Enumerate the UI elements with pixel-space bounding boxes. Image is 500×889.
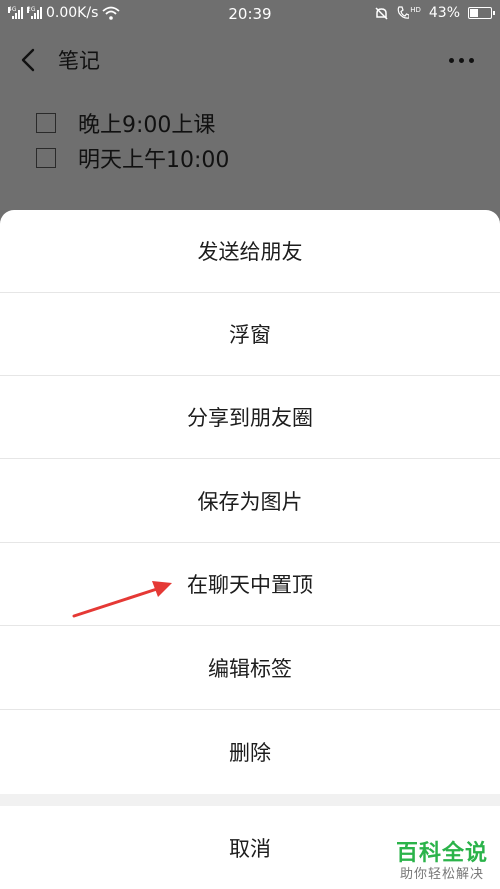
todo-text: 晚上9:00上课 <box>78 113 216 138</box>
watermark-title: 百科全说 <box>395 841 488 866</box>
mute-bell-icon <box>375 6 388 20</box>
more-options-icon[interactable] <box>449 58 474 63</box>
menu-item-share-moments[interactable]: 分享到朋友圈 <box>0 376 500 459</box>
hd-call-icon: HD <box>397 6 421 20</box>
hd-label: HD <box>410 6 421 14</box>
menu-item-delete[interactable]: 删除 <box>0 710 500 793</box>
page-title: 笔记 <box>58 49 100 73</box>
back-arrow-icon[interactable] <box>18 48 40 72</box>
watermark-logo: 百科全说 助你轻松解决 <box>396 841 488 883</box>
status-right: HD 43% <box>374 5 495 21</box>
action-sheet: 发送给朋友 浮窗 分享到朋友圈 保存为图片 在聊天中置顶 编辑标签 删除 取消 <box>0 210 500 889</box>
menu-item-pin-in-chat[interactable]: 在聊天中置顶 <box>0 543 500 626</box>
header: 笔记 <box>0 28 500 94</box>
menu-item-floating-window[interactable]: 浮窗 <box>0 293 500 376</box>
battery-fill <box>470 9 479 17</box>
todo-checkbox[interactable] <box>36 113 56 133</box>
status-bar: 4G 2G 0.00K/s 20:39 HD 43% <box>0 0 500 28</box>
battery-icon <box>468 7 495 19</box>
todo-checkbox[interactable] <box>36 148 56 168</box>
menu-item-save-as-image[interactable]: 保存为图片 <box>0 460 500 543</box>
menu-item-edit-tags[interactable]: 编辑标签 <box>0 627 500 710</box>
todo-text: 明天上午10:00 <box>78 148 230 173</box>
menu-divider <box>0 794 500 806</box>
battery-percent: 43% <box>428 5 460 21</box>
todo-item[interactable]: 明天上午10:00 <box>36 141 456 175</box>
todo-item[interactable]: 晚上9:00上课 <box>36 106 456 140</box>
watermark-subtitle: 助你轻松解决 <box>399 867 484 882</box>
menu-item-send-to-friend[interactable]: 发送给朋友 <box>0 210 500 293</box>
